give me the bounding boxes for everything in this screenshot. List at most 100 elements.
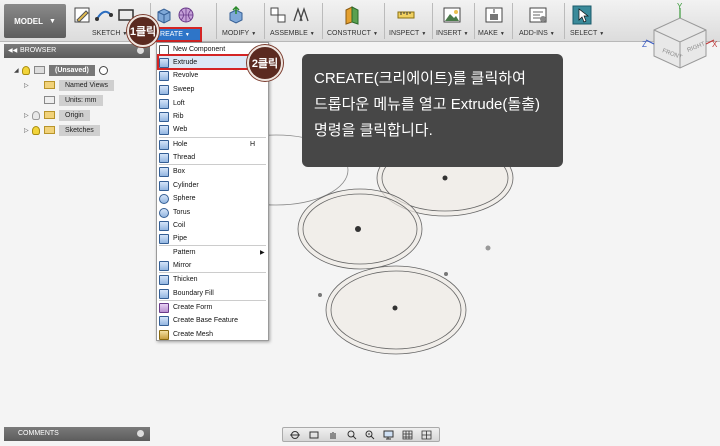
visibility-bulb-icon[interactable]: [32, 125, 40, 135]
insert-image-icon[interactable]: [442, 5, 462, 25]
callout-line-3: 명령을 클릭합니다.: [314, 122, 433, 139]
navigation-bar: [282, 427, 440, 442]
inspect-group: INSPECT ▼: [386, 2, 432, 40]
make-group: MAKE ▼: [476, 2, 512, 40]
modify-menu[interactable]: MODIFY ▼: [222, 30, 256, 37]
menu-item-cylinder[interactable]: Cylinder: [157, 179, 268, 192]
menu-item-rib[interactable]: Rib: [157, 110, 268, 123]
pin-icon[interactable]: [137, 47, 144, 54]
submenu-arrow-icon: ▶: [260, 250, 265, 256]
document-settings-icon: [44, 96, 55, 104]
menu-item-mirror[interactable]: Mirror: [157, 259, 268, 272]
create-dropdown-menu: New Component Extrude E Revolve Sweep Lo…: [156, 42, 269, 341]
base-feature-icon: [159, 315, 169, 326]
addins-menu[interactable]: ADD-INS ▼: [519, 30, 555, 37]
assemble-joint-icon[interactable]: [290, 5, 310, 25]
menu-item-sphere[interactable]: Sphere: [157, 192, 268, 205]
construct-plane-icon[interactable]: [342, 5, 362, 25]
expand-arrow-icon[interactable]: ▷: [24, 112, 32, 119]
sketch-menu[interactable]: SKETCH ▼: [92, 30, 127, 37]
insert-menu[interactable]: INSERT ▼: [436, 30, 469, 37]
viewcube-axis-x: X: [712, 40, 718, 49]
create-form-icon[interactable]: [176, 5, 196, 25]
web-icon: [159, 124, 169, 135]
menu-item-coil[interactable]: Coil: [157, 219, 268, 232]
make-menu[interactable]: MAKE ▼: [478, 30, 505, 37]
comments-panel-header[interactable]: COMMENTS: [4, 427, 150, 441]
create-box-icon[interactable]: [154, 5, 174, 25]
menu-item-loft[interactable]: Loft: [157, 97, 268, 110]
tree-item-units[interactable]: Units: mm: [24, 94, 103, 106]
collapse-left-icon[interactable]: ◀◀: [8, 44, 17, 58]
view-cube[interactable]: FRONT RIGHT Y Z X: [640, 0, 720, 72]
cylinder-icon: [159, 180, 169, 191]
modify-group: MODIFY ▼: [222, 2, 266, 40]
tree-item-named-views[interactable]: ▷ Named Views: [24, 79, 115, 91]
visibility-bulb-icon[interactable]: [32, 110, 40, 120]
thicken-icon: [159, 274, 169, 285]
assemble-menu[interactable]: ASSEMBLE ▼: [270, 30, 315, 37]
menu-item-web[interactable]: Web: [157, 123, 268, 136]
menu-item-pattern[interactable]: Pattern ▶: [157, 246, 268, 259]
tree-label-sketches: Sketches: [59, 124, 100, 136]
inspect-measure-icon[interactable]: [396, 5, 416, 25]
insert-group: INSERT ▼: [434, 2, 474, 40]
select-cursor-icon[interactable]: [572, 5, 592, 25]
visibility-bulb-icon[interactable]: [22, 65, 30, 75]
rib-icon: [159, 111, 169, 122]
viewcube-axis-z: Z: [642, 40, 647, 49]
menu-item-hole[interactable]: Hole H: [157, 138, 268, 151]
menu-item-box[interactable]: Box: [157, 165, 268, 178]
expand-arrow-icon[interactable]: ▷: [24, 82, 32, 89]
tree-item-sketches[interactable]: ▷ Sketches: [24, 124, 100, 136]
menu-item-thicken[interactable]: Thicken: [157, 273, 268, 286]
menu-item-torus[interactable]: Torus: [157, 206, 268, 219]
select-menu[interactable]: SELECT ▼: [570, 30, 604, 37]
zoom-window-icon[interactable]: [364, 430, 376, 440]
assemble-component-icon[interactable]: [268, 5, 288, 25]
thread-icon: [159, 152, 169, 163]
loft-icon: [159, 98, 169, 109]
folder-icon: [44, 111, 55, 119]
tree-item-origin[interactable]: ▷ Origin: [24, 109, 90, 121]
pin-icon[interactable]: [137, 430, 144, 437]
menu-item-create-mesh[interactable]: Create Mesh: [157, 328, 268, 341]
select-group: SELECT ▼: [566, 2, 606, 40]
inspect-menu[interactable]: INSPECT ▼: [389, 30, 426, 37]
menu-item-create-base-feature[interactable]: Create Base Feature: [157, 314, 268, 327]
orbit-icon[interactable]: [289, 430, 301, 440]
menu-item-pipe[interactable]: Pipe: [157, 232, 268, 245]
pipe-icon: [159, 233, 169, 244]
callout-line-1: CREATE(크리에이트)를 클릭하여: [314, 70, 526, 87]
viewports-icon[interactable]: [421, 430, 433, 440]
box-icon: [159, 166, 169, 177]
revolve-icon: [159, 70, 169, 81]
grid-settings-icon[interactable]: [402, 430, 414, 440]
chevron-down-icon: ▼: [48, 17, 56, 25]
menu-item-thread[interactable]: Thread: [157, 151, 268, 164]
look-at-icon[interactable]: [308, 430, 320, 440]
addins-scripts-icon[interactable]: [528, 5, 548, 25]
modify-press-pull-icon[interactable]: [226, 5, 246, 25]
workspace-switcher[interactable]: MODEL ▼: [4, 4, 66, 38]
menu-item-create-form[interactable]: Create Form: [157, 301, 268, 314]
menu-item-sweep[interactable]: Sweep: [157, 83, 268, 96]
menu-item-boundary-fill[interactable]: Boundary Fill: [157, 287, 268, 300]
make-3dprint-icon[interactable]: [484, 5, 504, 25]
construct-menu[interactable]: CONSTRUCT ▼: [327, 30, 378, 37]
sketch-curve-icon[interactable]: [94, 5, 114, 25]
sketch-pencil-icon[interactable]: [72, 5, 92, 25]
sweep-icon: [159, 84, 169, 95]
browser-panel-header[interactable]: ◀◀ BROWSER: [4, 44, 150, 58]
pan-icon[interactable]: [327, 430, 339, 440]
display-settings-icon[interactable]: [383, 430, 395, 440]
zoom-icon[interactable]: [346, 430, 358, 440]
tree-root[interactable]: ◢ (Unsaved): [14, 64, 108, 76]
create-mesh-icon: [159, 329, 169, 340]
create-form-icon: [159, 302, 169, 313]
collapse-arrow-icon[interactable]: ◢: [14, 67, 22, 74]
folder-icon: [44, 126, 55, 134]
activate-radio-icon[interactable]: [98, 65, 108, 75]
step1-badge: 1클릭: [127, 15, 159, 47]
expand-arrow-icon[interactable]: ▷: [24, 127, 32, 134]
